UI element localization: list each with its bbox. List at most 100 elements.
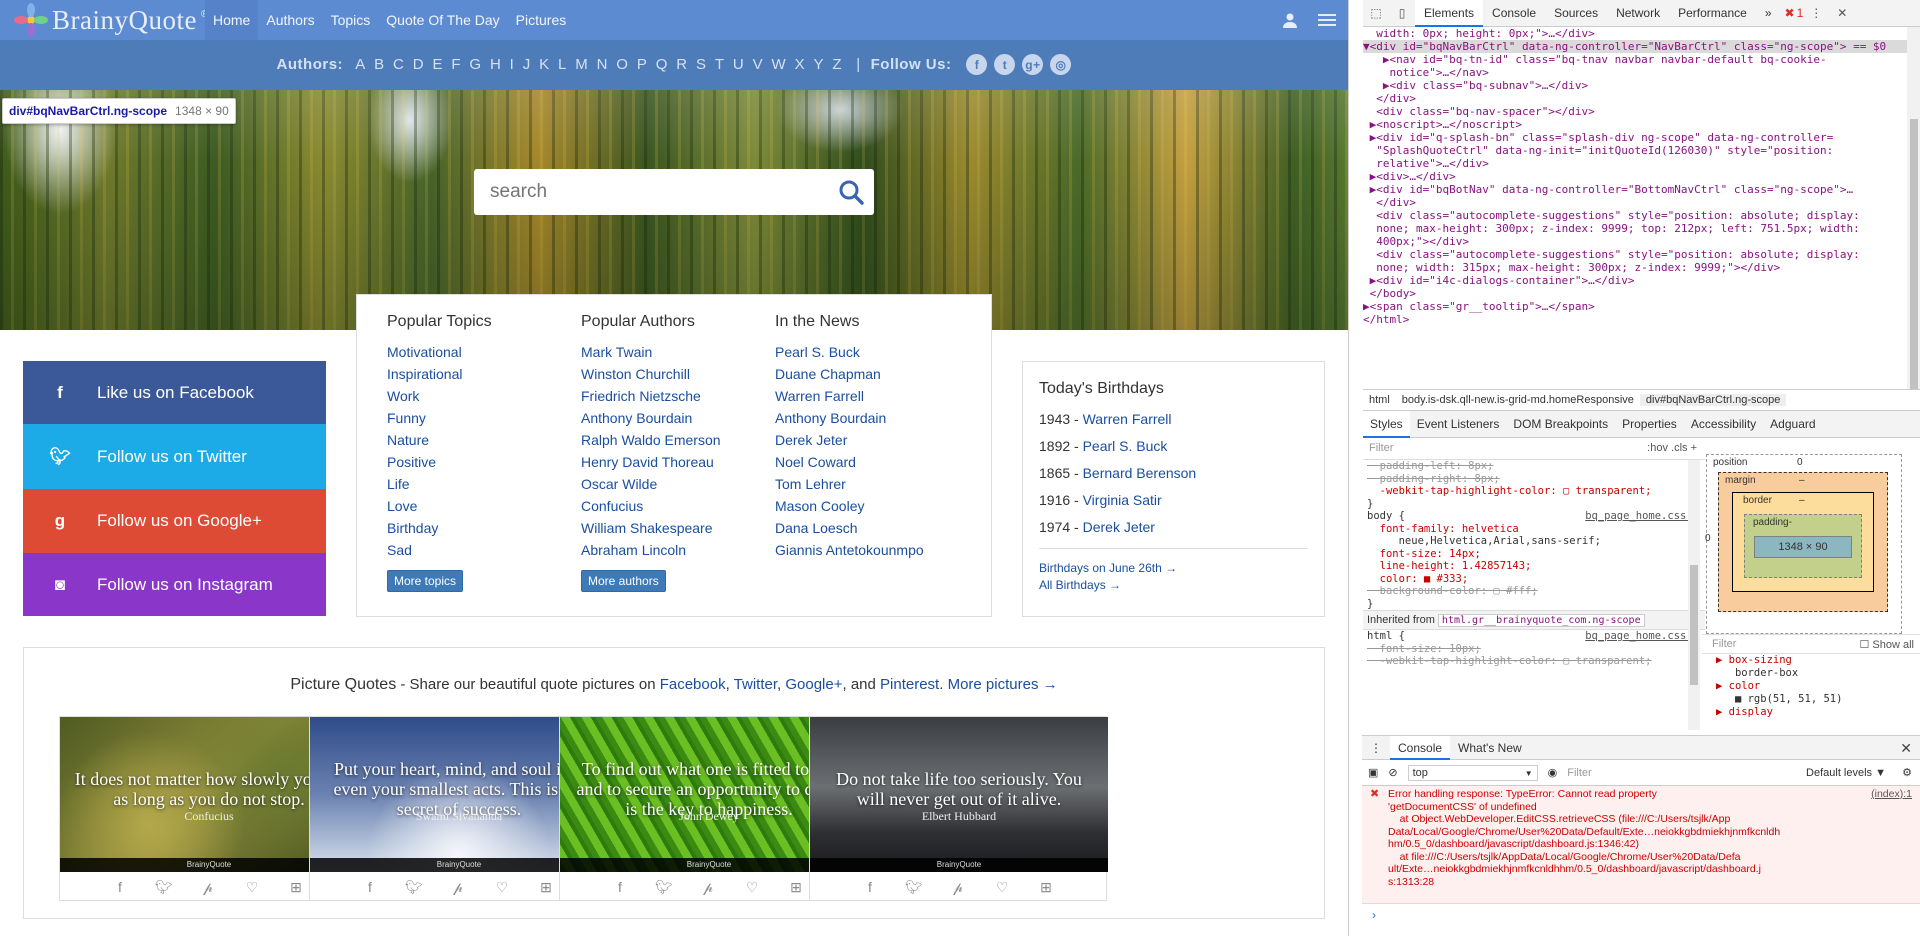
- facebook-share-icon[interactable]: f: [109, 879, 131, 895]
- letter-link[interactable]: Y: [813, 56, 824, 73]
- css-rule-line[interactable]: font-family: helvetica: [1363, 523, 1705, 536]
- author-link[interactable]: Friedrich Nietzsche: [581, 388, 701, 404]
- topic-link[interactable]: Life: [387, 476, 410, 492]
- birthday-author-link[interactable]: Bernard Berenson: [1083, 465, 1197, 481]
- nav-quote-of-the-day[interactable]: Quote Of The Day: [378, 0, 507, 40]
- letter-link[interactable]: V: [753, 56, 764, 73]
- search-input[interactable]: [474, 170, 804, 214]
- twitter-share-icon[interactable]: 🐦︎: [903, 879, 925, 896]
- log-levels-select[interactable]: Default levels ▼: [1806, 767, 1886, 779]
- console-filter-input[interactable]: Filter: [1567, 767, 1687, 779]
- topic-link[interactable]: Funny: [387, 410, 426, 426]
- twitter-icon[interactable]: t: [994, 54, 1016, 75]
- tab-adguard[interactable]: Adguard: [1763, 411, 1822, 438]
- dom-node-line[interactable]: notice">…</nav>: [1363, 66, 1907, 79]
- css-rule-line[interactable]: padding-right: 8px;: [1363, 473, 1705, 486]
- pinterest-share-icon[interactable]: 𝓅: [947, 879, 969, 896]
- author-link[interactable]: Confucius: [581, 498, 643, 514]
- instagram-icon[interactable]: ◎: [1050, 54, 1072, 75]
- crumb-html[interactable]: html: [1363, 394, 1396, 406]
- tab-accessibility[interactable]: Accessibility: [1684, 411, 1763, 438]
- letter-link[interactable]: Q: [656, 56, 668, 73]
- tab-performance[interactable]: Performance: [1669, 0, 1756, 27]
- letter-link[interactable]: N: [597, 56, 608, 73]
- letter-link[interactable]: B: [374, 56, 385, 73]
- letter-link[interactable]: X: [795, 56, 806, 73]
- topic-link[interactable]: Inspirational: [387, 366, 463, 382]
- heart-icon[interactable]: ♡: [241, 879, 263, 896]
- css-rule-line[interactable]: font-size: 14px;: [1363, 548, 1705, 561]
- letter-link[interactable]: S: [696, 56, 707, 73]
- author-link[interactable]: Winston Churchill: [581, 366, 690, 382]
- pinterest-share-icon[interactable]: 𝓅: [447, 879, 469, 896]
- dom-node-line[interactable]: relative">…</div>: [1363, 157, 1907, 170]
- news-link[interactable]: Derek Jeter: [775, 432, 847, 448]
- tab-event-listeners[interactable]: Event Listeners: [1410, 411, 1507, 438]
- tab-console-drawer[interactable]: Console: [1390, 735, 1451, 760]
- letter-link[interactable]: W: [772, 56, 787, 73]
- dom-node-line[interactable]: ▶<span class="gr__tooltip">…</span>: [1363, 300, 1907, 313]
- tab-elements[interactable]: Elements: [1415, 0, 1484, 27]
- nav-home[interactable]: Home: [205, 0, 259, 40]
- dom-node-line[interactable]: none; width: 315px; max-height: 300px; z…: [1363, 261, 1907, 274]
- user-icon[interactable]: [1282, 12, 1298, 28]
- author-link[interactable]: Anthony Bourdain: [581, 410, 692, 426]
- birthday-author-link[interactable]: Pearl S. Buck: [1083, 438, 1168, 454]
- gear-icon[interactable]: ⚙: [1902, 766, 1912, 779]
- nav-topics[interactable]: Topics: [323, 0, 379, 40]
- nav-authors[interactable]: Authors: [258, 0, 322, 40]
- letter-link[interactable]: M: [575, 56, 588, 73]
- dom-node-line[interactable]: <div class="autocomplete-suggestions" st…: [1363, 248, 1907, 261]
- add-icon[interactable]: ⊞: [535, 879, 557, 896]
- topic-link[interactable]: Work: [387, 388, 419, 404]
- console-prompt[interactable]: ›: [1362, 904, 1920, 926]
- letter-link[interactable]: Z: [832, 56, 842, 73]
- styles-filter-input[interactable]: Filter :hov .cls +: [1363, 438, 1705, 460]
- dom-node-line[interactable]: width: 0px; height: 0px;">…</div>: [1363, 27, 1907, 40]
- tab-dom-breakpoints[interactable]: DOM Breakpoints: [1506, 411, 1615, 438]
- drawer-menu-icon[interactable]: ⋮: [1362, 736, 1390, 760]
- css-source-link[interactable]: bq_page_home.css:4: [1585, 510, 1699, 523]
- author-link[interactable]: Oscar Wilde: [581, 476, 657, 492]
- letter-link[interactable]: R: [676, 56, 687, 73]
- news-link[interactable]: Giannis Antetokounmpo: [775, 542, 924, 558]
- letter-link[interactable]: C: [393, 56, 404, 73]
- inherited-selector[interactable]: html.gr__brainyquote_com.ng-scope: [1437, 614, 1645, 627]
- hamburger-menu-icon[interactable]: [1318, 12, 1336, 28]
- tab-properties[interactable]: Properties: [1615, 411, 1684, 438]
- eye-icon[interactable]: ◉: [1548, 766, 1558, 779]
- computed-property[interactable]: ▶ display: [1702, 706, 1920, 719]
- letter-link[interactable]: T: [715, 56, 725, 73]
- facebook-link[interactable]: Facebook: [660, 676, 726, 693]
- heart-icon[interactable]: ♡: [991, 879, 1013, 896]
- letter-link[interactable]: G: [469, 56, 481, 73]
- css-rule-line[interactable]: }: [1363, 498, 1705, 511]
- facebook-share-icon[interactable]: f: [609, 879, 631, 895]
- letter-link[interactable]: L: [558, 56, 567, 73]
- news-link[interactable]: Dana Loesch: [775, 520, 858, 536]
- css-rule-line[interactable]: neue,Helvetica,Arial,sans-serif;: [1363, 535, 1705, 548]
- css-rule-line[interactable]: -webkit-tap-highlight-color: ▢ transpare…: [1363, 655, 1705, 668]
- add-icon[interactable]: ⊞: [785, 879, 807, 896]
- context-select[interactable]: top: [1407, 764, 1538, 781]
- computed-property[interactable]: ▶ box-sizing: [1702, 654, 1920, 667]
- letter-link[interactable]: P: [637, 56, 648, 73]
- letter-link[interactable]: O: [616, 56, 628, 73]
- facebook-icon[interactable]: f: [966, 54, 988, 75]
- css-rule-line[interactable]: -webkit-tap-highlight-color: ▢ transpare…: [1363, 485, 1705, 498]
- dom-node-line[interactable]: ▶<div>…</div>: [1363, 170, 1907, 183]
- twitter-follow-button[interactable]: 🐦︎ Follow us on Twitter: [23, 424, 326, 489]
- dom-node-line[interactable]: </div>: [1363, 196, 1907, 209]
- more-topics-button[interactable]: More topics: [387, 570, 464, 592]
- error-count-badge[interactable]: ✖ 1: [1785, 6, 1804, 20]
- dom-node-line[interactable]: </div>: [1363, 92, 1907, 105]
- pinterest-share-icon[interactable]: 𝓅: [197, 879, 219, 896]
- tab-styles[interactable]: Styles: [1363, 410, 1410, 438]
- nav-pictures[interactable]: Pictures: [508, 0, 575, 40]
- facebook-share-icon[interactable]: f: [859, 879, 881, 895]
- dom-node-line[interactable]: ▶<nav id="bq-tn-id" class="bq-tnav navba…: [1363, 53, 1907, 66]
- topic-link[interactable]: Positive: [387, 454, 436, 470]
- news-link[interactable]: Tom Lehrer: [775, 476, 846, 492]
- tab-sources[interactable]: Sources: [1545, 0, 1607, 27]
- birthdays-today-link[interactable]: Birthdays on June 26th →: [1039, 561, 1177, 575]
